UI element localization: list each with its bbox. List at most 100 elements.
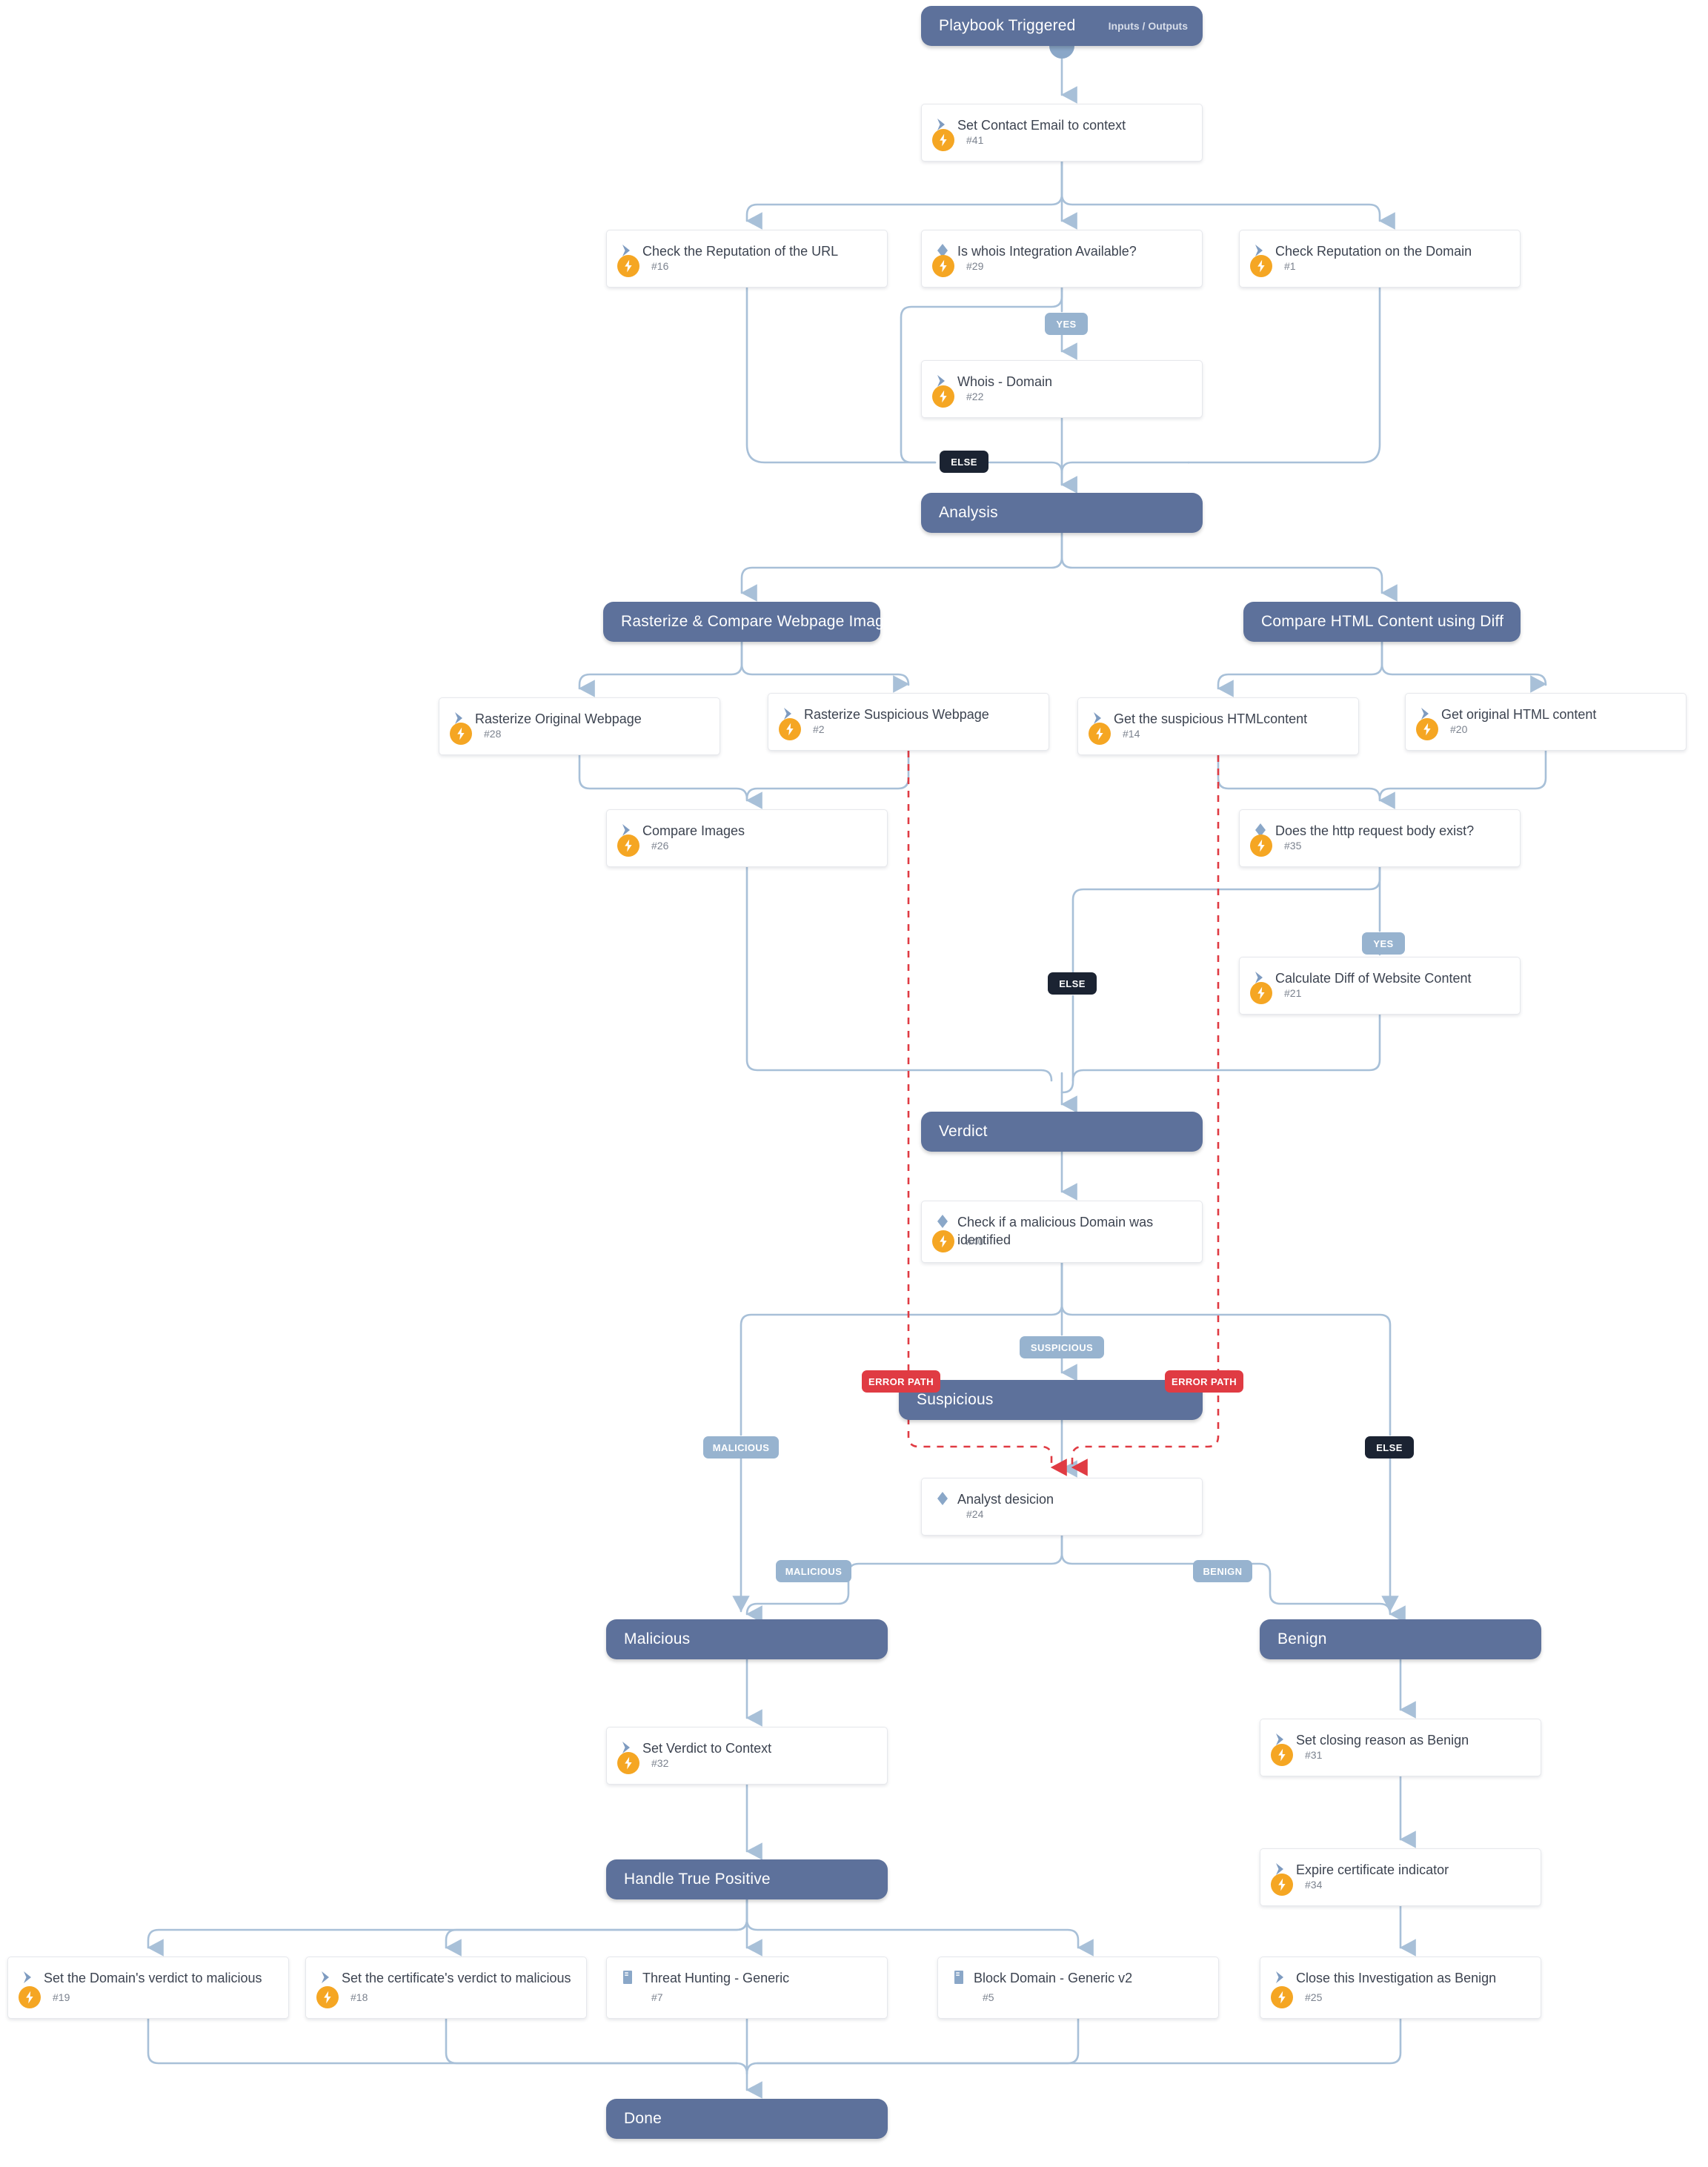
lightning-bolt-badge (1271, 1874, 1293, 1896)
task-card-footer: #24 (922, 1503, 1202, 1525)
lightning-bolt-badge (316, 1986, 339, 2008)
section-verdict[interactable]: Verdict (921, 1112, 1203, 1152)
lightning-bolt-icon (940, 133, 947, 147)
chevron-right-icon (1276, 1971, 1283, 1983)
task-card-rasterize-original[interactable]: Rasterize Original Webpage #28 (439, 697, 720, 755)
task-card-set-domain-verdict[interactable]: Set the Domain's verdict to malicious #1… (7, 1957, 289, 2019)
lightning-bolt-badge (932, 129, 954, 151)
task-card-header: Threat Hunting - Generic (607, 1957, 887, 1988)
lightning-bolt-icon (940, 390, 947, 403)
task-card-whois-domain[interactable]: Whois - Domain #22 (921, 360, 1203, 418)
task-card-rasterize-suspicious[interactable]: Rasterize Suspicious Webpage #2 (768, 693, 1049, 751)
task-card-footer: #31 (1260, 1744, 1541, 1766)
section-title: Analysis (939, 504, 998, 521)
lightning-bolt-badge (617, 255, 639, 277)
task-number: #29 (966, 260, 984, 272)
task-card-footer: #2 (768, 718, 1049, 740)
badge-error-path-right[interactable]: ERROR PATH (1165, 1370, 1244, 1393)
task-card-get-original-html[interactable]: Get original HTML content #20 (1405, 693, 1687, 751)
task-card-set-certificate-verdict[interactable]: Set the certificate's verdict to malicio… (305, 1957, 587, 2019)
task-card-header: Block Domain - Generic v2 (938, 1957, 1218, 1988)
task-card-footer: #29 (922, 255, 1202, 277)
badge-benign-branch[interactable]: BENIGN (1193, 1560, 1252, 1582)
task-card-footer: #1 (1240, 255, 1520, 277)
lightning-bolt-badge (617, 1752, 639, 1774)
lightning-bolt-icon (1278, 1878, 1286, 1891)
task-card-set-closing-benign[interactable]: Set closing reason as Benign #31 (1260, 1719, 1541, 1776)
badge-suspicious[interactable]: SUSPICIOUS (1020, 1336, 1104, 1358)
lightning-bolt-badge (932, 385, 954, 408)
section-handle-true-positive[interactable]: Handle True Positive (606, 1859, 888, 1899)
task-number: #22 (966, 391, 984, 402)
task-number: #5 (983, 1991, 994, 2003)
task-card-check-url-reputation[interactable]: Check the Reputation of the URL #16 (606, 230, 888, 288)
task-card-close-investigation-benign[interactable]: Close this Investigation as Benign #25 (1260, 1957, 1541, 2019)
lightning-bolt-badge (1250, 982, 1272, 1004)
section-title: Rasterize & Compare Webpage Image (621, 613, 893, 630)
section-done[interactable]: Done (606, 2099, 888, 2139)
lightning-bolt-badge (932, 255, 954, 277)
task-card-check-malicious-domain[interactable]: Check if a malicious Domain was identifi… (921, 1201, 1203, 1263)
section-rasterize-compare[interactable]: Rasterize & Compare Webpage Image (603, 602, 893, 642)
section-malicious[interactable]: Malicious (606, 1619, 888, 1659)
task-card-http-body-exists[interactable]: Does the http request body exist? #35 (1239, 809, 1521, 867)
task-card-footer: #14 (1078, 723, 1358, 745)
task-card-compare-images[interactable]: Compare Images #26 (606, 809, 888, 867)
badge-else-benign[interactable]: ELSE (1365, 1436, 1414, 1459)
task-number: #16 (651, 260, 669, 272)
badge-error-path-left[interactable]: ERROR PATH (862, 1370, 941, 1393)
task-card-header: Close this Investigation as Benign (1260, 1957, 1541, 1988)
lightning-bolt-badge (1271, 1986, 1293, 2008)
task-card-is-whois-available[interactable]: Is whois Integration Available? #29 (921, 230, 1203, 288)
task-card-set-verdict-context[interactable]: Set Verdict to Context #32 (606, 1727, 888, 1785)
task-number: #18 (350, 1991, 368, 2003)
badge-malicious-branch[interactable]: MALICIOUS (776, 1560, 851, 1582)
lightning-bolt-badge (1271, 1744, 1293, 1766)
badge-yes-http-body[interactable]: YES (1362, 932, 1405, 955)
badge-yes-whois[interactable]: YES (1045, 313, 1088, 335)
task-number: #24 (966, 1508, 984, 1520)
badge-else-whois[interactable]: ELSE (940, 451, 988, 473)
section-title: Malicious (624, 1630, 691, 1647)
task-number: #19 (53, 1991, 70, 2003)
lightning-bolt-badge (1250, 255, 1272, 277)
section-title: Playbook Triggered (939, 17, 1076, 34)
section-suspicious[interactable]: Suspicious (899, 1380, 1203, 1420)
section-benign[interactable]: Benign (1260, 1619, 1541, 1659)
lightning-bolt-icon (1278, 1748, 1286, 1762)
task-card-threat-hunting-generic[interactable]: Threat Hunting - Generic #7 (606, 1957, 888, 2019)
sub-playbook-icon (623, 1971, 632, 1984)
inputs-outputs-label[interactable]: Inputs / Outputs (1109, 20, 1188, 32)
task-number: #32 (651, 1757, 669, 1769)
lightning-bolt-icon (940, 1235, 947, 1248)
playbook-canvas: Playbook Triggered Inputs / Outputs Anal… (0, 0, 1708, 2167)
section-playbook-triggered[interactable]: Playbook Triggered Inputs / Outputs (921, 6, 1203, 46)
lightning-bolt-icon (26, 1991, 33, 2004)
task-card-calculate-diff[interactable]: Calculate Diff of Website Content #21 (1239, 957, 1521, 1015)
task-card-get-suspicious-html[interactable]: Get the suspicious HTMLcontent #14 (1077, 697, 1359, 755)
task-label: Close this Investigation as Benign (1296, 1971, 1497, 1985)
task-card-block-domain-generic[interactable]: Block Domain - Generic v2 #5 (937, 1957, 1219, 2019)
section-title: Benign (1277, 1630, 1327, 1647)
task-card-footer: #26 (607, 834, 887, 857)
task-number: #35 (1284, 840, 1302, 852)
task-number: #14 (1123, 728, 1140, 740)
section-analysis[interactable]: Analysis (921, 493, 1203, 533)
connector-wires (147, 44, 1547, 2099)
lightning-bolt-badge (1089, 723, 1111, 745)
task-card-header: Set the Domain's verdict to malicious (8, 1957, 288, 1988)
task-number: #21 (1284, 987, 1302, 999)
section-compare-html-diff[interactable]: Compare HTML Content using Diff (1243, 602, 1521, 642)
task-card-analyst-decision[interactable]: Analyst desicion #24 (921, 1478, 1203, 1536)
lightning-bolt-icon (324, 1991, 331, 2004)
task-card-expire-certificate[interactable]: Expire certificate indicator #34 (1260, 1848, 1541, 1906)
task-card-footer: #25 (1260, 1986, 1541, 2008)
badge-else-http-body[interactable]: ELSE (1048, 972, 1097, 995)
task-card-footer: #34 (1260, 1874, 1541, 1896)
task-label: Set the certificate's verdict to malicio… (342, 1971, 571, 1985)
task-card-check-domain-reputation[interactable]: Check Reputation on the Domain #1 (1239, 230, 1521, 288)
badge-malicious-left[interactable]: MALICIOUS (703, 1436, 779, 1459)
lightning-bolt-icon (625, 1756, 632, 1770)
task-card-set-contact-email[interactable]: Set Contact Email to context #41 (921, 104, 1203, 162)
task-card-footer: #20 (1406, 718, 1686, 740)
